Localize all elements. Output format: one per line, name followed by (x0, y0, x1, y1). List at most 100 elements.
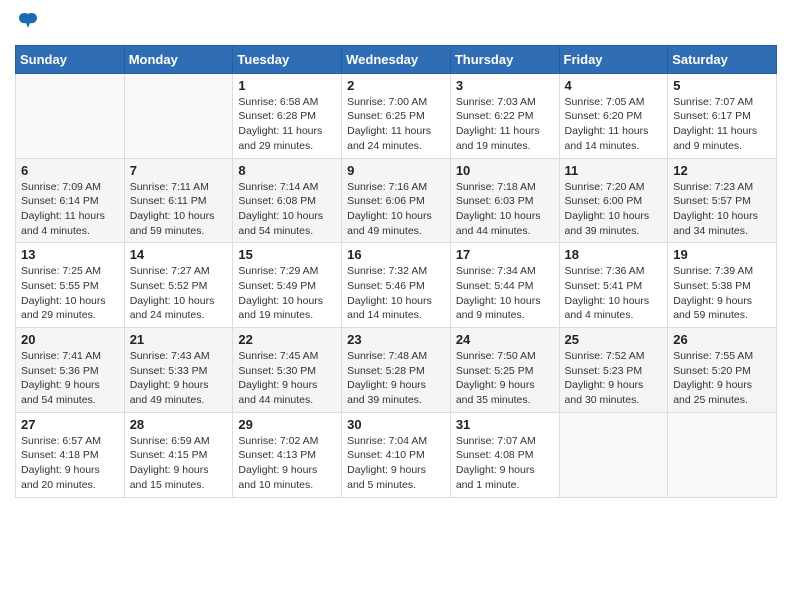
calendar-day-cell: 12 Sunrise: 7:23 AM Sunset: 5:57 PM Dayli… (668, 158, 777, 243)
calendar-day-cell: 15 Sunrise: 7:29 AM Sunset: 5:49 PM Dayli… (233, 243, 342, 328)
day-number: 30 (347, 417, 445, 432)
calendar-day-cell: 20Sunrise: 7:41 AM Sunset: 5:36 PM Dayli… (16, 328, 125, 413)
calendar-day-cell: 11 Sunrise: 7:20 AM Sunset: 6:00 PM Dayli… (559, 158, 668, 243)
day-number: 6 (21, 163, 119, 178)
day-number: 2 (347, 78, 445, 93)
day-info: Sunrise: 7:05 AM Sunset: 6:20 PM Dayligh… (565, 95, 663, 154)
day-info: Sunrise: 7:14 AM Sunset: 6:08 PM Dayligh… (238, 180, 336, 239)
day-number: 12 (673, 163, 771, 178)
day-info: Sunrise: 7:34 AM Sunset: 5:44 PM Dayligh… (456, 264, 554, 323)
calendar-day-cell: 19Sunrise: 7:39 AM Sunset: 5:38 PM Dayli… (668, 243, 777, 328)
day-info: Sunrise: 7:23 AM Sunset: 5:57 PM Dayligh… (673, 180, 771, 239)
header (15, 10, 777, 37)
day-info: Sunrise: 6:59 AM Sunset: 4:15 PM Dayligh… (130, 434, 228, 493)
day-info: Sunrise: 7:29 AM Sunset: 5:49 PM Dayligh… (238, 264, 336, 323)
calendar-day-cell: 4 Sunrise: 7:05 AM Sunset: 6:20 PM Daylig… (559, 73, 668, 158)
calendar-day-cell: 26 Sunrise: 7:55 AM Sunset: 5:20 PM Dayli… (668, 328, 777, 413)
day-number: 10 (456, 163, 554, 178)
calendar-week-row: 6Sunrise: 7:09 AM Sunset: 6:14 PM Daylig… (16, 158, 777, 243)
calendar-day-cell: 30 Sunrise: 7:04 AM Sunset: 4:10 PM Dayli… (342, 412, 451, 497)
col-header-tuesday: Tuesday (233, 45, 342, 73)
day-number: 8 (238, 163, 336, 178)
day-number: 21 (130, 332, 228, 347)
day-number: 17 (456, 247, 554, 262)
empty-cell (16, 73, 125, 158)
calendar-day-cell: 31 Sunrise: 7:07 AM Sunset: 4:08 PM Dayli… (450, 412, 559, 497)
day-number: 13 (21, 247, 119, 262)
calendar-day-cell: 10Sunrise: 7:18 AM Sunset: 6:03 PM Dayli… (450, 158, 559, 243)
day-info: Sunrise: 7:07 AM Sunset: 6:17 PM Dayligh… (673, 95, 771, 154)
calendar-header-row: SundayMondayTuesdayWednesdayThursdayFrid… (16, 45, 777, 73)
col-header-wednesday: Wednesday (342, 45, 451, 73)
calendar-day-cell: 21 Sunrise: 7:43 AM Sunset: 5:33 PM Dayli… (124, 328, 233, 413)
calendar-day-cell: 7Sunrise: 7:11 AM Sunset: 6:11 PM Daylig… (124, 158, 233, 243)
day-info: Sunrise: 7:04 AM Sunset: 4:10 PM Dayligh… (347, 434, 445, 493)
col-header-sunday: Sunday (16, 45, 125, 73)
logo-bird-icon (17, 10, 39, 32)
calendar-day-cell: 9 Sunrise: 7:16 AM Sunset: 6:06 PM Daylig… (342, 158, 451, 243)
logo (15, 14, 39, 37)
col-header-monday: Monday (124, 45, 233, 73)
empty-cell (124, 73, 233, 158)
day-number: 19 (673, 247, 771, 262)
calendar-day-cell: 16 Sunrise: 7:32 AM Sunset: 5:46 PM Dayli… (342, 243, 451, 328)
calendar-day-cell: 28Sunrise: 6:59 AM Sunset: 4:15 PM Dayli… (124, 412, 233, 497)
day-info: Sunrise: 7:32 AM Sunset: 5:46 PM Dayligh… (347, 264, 445, 323)
calendar-week-row: 27 Sunrise: 6:57 AM Sunset: 4:18 PM Dayli… (16, 412, 777, 497)
calendar-table: SundayMondayTuesdayWednesdayThursdayFrid… (15, 45, 777, 498)
calendar-day-cell: 24Sunrise: 7:50 AM Sunset: 5:25 PM Dayli… (450, 328, 559, 413)
day-info: Sunrise: 7:55 AM Sunset: 5:20 PM Dayligh… (673, 349, 771, 408)
day-info: Sunrise: 7:00 AM Sunset: 6:25 PM Dayligh… (347, 95, 445, 154)
calendar-day-cell: 14 Sunrise: 7:27 AM Sunset: 5:52 PM Dayli… (124, 243, 233, 328)
day-info: Sunrise: 7:03 AM Sunset: 6:22 PM Dayligh… (456, 95, 554, 154)
day-number: 27 (21, 417, 119, 432)
col-header-thursday: Thursday (450, 45, 559, 73)
col-header-friday: Friday (559, 45, 668, 73)
day-info: Sunrise: 6:57 AM Sunset: 4:18 PM Dayligh… (21, 434, 119, 493)
calendar-day-cell: 23Sunrise: 7:48 AM Sunset: 5:28 PM Dayli… (342, 328, 451, 413)
day-number: 25 (565, 332, 663, 347)
day-info: Sunrise: 7:02 AM Sunset: 4:13 PM Dayligh… (238, 434, 336, 493)
day-number: 15 (238, 247, 336, 262)
day-number: 3 (456, 78, 554, 93)
day-number: 16 (347, 247, 445, 262)
day-number: 22 (238, 332, 336, 347)
calendar-day-cell: 27 Sunrise: 6:57 AM Sunset: 4:18 PM Dayli… (16, 412, 125, 497)
col-header-saturday: Saturday (668, 45, 777, 73)
day-number: 18 (565, 247, 663, 262)
day-info: Sunrise: 7:07 AM Sunset: 4:08 PM Dayligh… (456, 434, 554, 493)
day-info: Sunrise: 7:48 AM Sunset: 5:28 PM Dayligh… (347, 349, 445, 408)
day-number: 1 (238, 78, 336, 93)
day-info: Sunrise: 7:50 AM Sunset: 5:25 PM Dayligh… (456, 349, 554, 408)
calendar-day-cell: 3 Sunrise: 7:03 AM Sunset: 6:22 PM Daylig… (450, 73, 559, 158)
day-number: 9 (347, 163, 445, 178)
calendar-week-row: 13Sunrise: 7:25 AM Sunset: 5:55 PM Dayli… (16, 243, 777, 328)
day-info: Sunrise: 7:16 AM Sunset: 6:06 PM Dayligh… (347, 180, 445, 239)
day-info: Sunrise: 7:45 AM Sunset: 5:30 PM Dayligh… (238, 349, 336, 408)
day-number: 26 (673, 332, 771, 347)
calendar-day-cell: 5 Sunrise: 7:07 AM Sunset: 6:17 PM Daylig… (668, 73, 777, 158)
day-number: 11 (565, 163, 663, 178)
day-info: Sunrise: 7:36 AM Sunset: 5:41 PM Dayligh… (565, 264, 663, 323)
day-info: Sunrise: 7:43 AM Sunset: 5:33 PM Dayligh… (130, 349, 228, 408)
calendar-day-cell: 6Sunrise: 7:09 AM Sunset: 6:14 PM Daylig… (16, 158, 125, 243)
empty-cell (559, 412, 668, 497)
empty-cell (668, 412, 777, 497)
calendar-day-cell: 18 Sunrise: 7:36 AM Sunset: 5:41 PM Dayli… (559, 243, 668, 328)
day-info: Sunrise: 7:20 AM Sunset: 6:00 PM Dayligh… (565, 180, 663, 239)
day-number: 7 (130, 163, 228, 178)
day-number: 4 (565, 78, 663, 93)
calendar-week-row: 1 Sunrise: 6:58 AM Sunset: 6:28 PM Daylig… (16, 73, 777, 158)
day-number: 31 (456, 417, 554, 432)
calendar-day-cell: 2 Sunrise: 7:00 AM Sunset: 6:25 PM Daylig… (342, 73, 451, 158)
calendar-day-cell: 29Sunrise: 7:02 AM Sunset: 4:13 PM Dayli… (233, 412, 342, 497)
calendar-week-row: 20Sunrise: 7:41 AM Sunset: 5:36 PM Dayli… (16, 328, 777, 413)
day-info: Sunrise: 7:52 AM Sunset: 5:23 PM Dayligh… (565, 349, 663, 408)
day-number: 14 (130, 247, 228, 262)
day-info: Sunrise: 7:27 AM Sunset: 5:52 PM Dayligh… (130, 264, 228, 323)
calendar-day-cell: 13Sunrise: 7:25 AM Sunset: 5:55 PM Dayli… (16, 243, 125, 328)
day-info: Sunrise: 7:41 AM Sunset: 5:36 PM Dayligh… (21, 349, 119, 408)
calendar-day-cell: 25 Sunrise: 7:52 AM Sunset: 5:23 PM Dayli… (559, 328, 668, 413)
day-info: Sunrise: 6:58 AM Sunset: 6:28 PM Dayligh… (238, 95, 336, 154)
day-number: 5 (673, 78, 771, 93)
